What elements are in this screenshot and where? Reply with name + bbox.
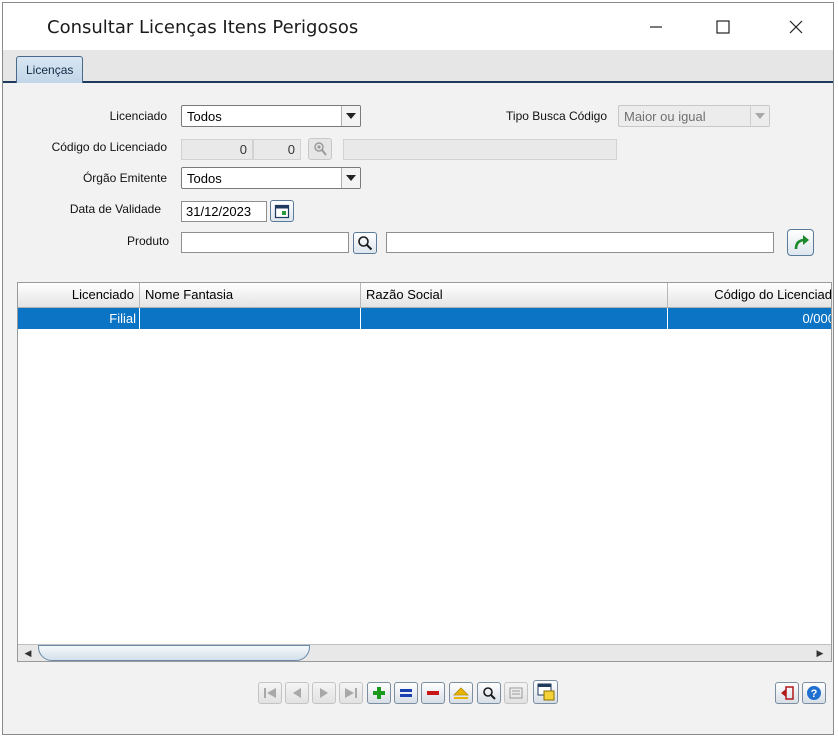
column-header-nome-fantasia[interactable]: Nome Fantasia (140, 283, 361, 307)
list-button[interactable] (504, 682, 528, 704)
codigo-licenciado-field-1[interactable]: 0 (181, 139, 253, 160)
minimize-icon (650, 25, 662, 28)
codigo-lookup-button[interactable] (308, 138, 332, 160)
results-table[interactable]: Licenciado Nome Fantasia Razão Social Có… (17, 282, 832, 662)
remove-icon (427, 691, 439, 695)
orgao-emitente-label: Órgão Emitente (82, 171, 167, 185)
previous-record-button[interactable] (285, 682, 309, 704)
licenciado-nome-field[interactable] (343, 139, 617, 160)
licenciado-value: Todos (187, 109, 222, 124)
produto-label: Produto (126, 234, 169, 248)
tab-strip: Licenças (3, 50, 833, 83)
add-record-button[interactable] (367, 682, 391, 704)
calendar-icon (274, 204, 290, 219)
export-icon (537, 683, 554, 701)
first-record-icon (264, 688, 276, 698)
table-row[interactable]: Filial 0/000 (18, 308, 832, 329)
table-header: Licenciado Nome Fantasia Razão Social Có… (18, 283, 831, 308)
next-record-button[interactable] (312, 682, 336, 704)
cell-razao-social (361, 308, 668, 329)
eject-button[interactable] (449, 682, 473, 704)
chevron-down-icon (341, 106, 360, 126)
column-header-razao-social[interactable]: Razão Social (361, 283, 668, 307)
search-record-button[interactable] (477, 682, 501, 704)
cell-licenciado: Filial (18, 308, 140, 329)
add-icon (373, 687, 385, 699)
cell-codigo-licenciado: 0/000 (802, 311, 832, 326)
tipo-busca-select[interactable]: Maior ou igual (618, 105, 770, 127)
orgao-emitente-select[interactable]: Todos (181, 167, 361, 189)
scrollbar-thumb[interactable] (38, 645, 310, 661)
maximize-icon (716, 19, 730, 34)
next-record-icon (320, 688, 328, 698)
first-record-button[interactable] (258, 682, 282, 704)
licenciado-label: Licenciado (109, 109, 167, 123)
close-icon (789, 20, 803, 33)
scroll-right-icon[interactable]: ▶ (813, 646, 827, 661)
tipo-busca-value: Maior ou igual (624, 109, 706, 124)
last-record-button[interactable] (339, 682, 363, 704)
tab-label: Licenças (26, 63, 74, 77)
help-icon: ? (807, 686, 821, 700)
produto-search-button[interactable] (353, 232, 377, 254)
eject-icon (453, 687, 469, 699)
equal-icon (400, 689, 412, 697)
exit-icon (781, 686, 794, 700)
search-icon (358, 236, 373, 251)
main-window: Consultar Licenças Itens Perigosos Licen… (2, 2, 834, 735)
licenciado-select[interactable]: Todos (181, 105, 361, 127)
export-button[interactable] (533, 680, 558, 704)
produto-code-field[interactable] (181, 232, 349, 253)
execute-query-button[interactable] (787, 229, 814, 256)
tab-licencas[interactable]: Licenças (16, 56, 84, 83)
scroll-left-icon[interactable]: ◀ (21, 646, 35, 661)
title-bar: Consultar Licenças Itens Perigosos (3, 3, 833, 50)
column-header-licenciado[interactable]: Licenciado (18, 283, 140, 307)
search-icon (483, 687, 496, 700)
help-button[interactable]: ? (802, 682, 826, 704)
codigo-licenciado-label: Código do Licenciado (51, 140, 167, 154)
previous-record-icon (293, 688, 301, 698)
chevron-down-icon (750, 106, 769, 126)
remove-record-button[interactable] (421, 682, 445, 704)
last-record-icon (345, 688, 357, 698)
edit-record-button[interactable] (394, 682, 418, 704)
licencas-panel: Licenciado Todos Tipo Busca Código Maior… (3, 83, 833, 734)
search-person-icon (314, 142, 327, 156)
refresh-arrow-icon (794, 234, 809, 249)
horizontal-scrollbar[interactable]: ◀ ▶ (18, 644, 831, 661)
close-button[interactable] (773, 3, 819, 50)
minimize-button[interactable] (633, 3, 679, 50)
maximize-button[interactable] (700, 3, 746, 50)
cell-nome-fantasia (140, 308, 361, 329)
orgao-emitente-value: Todos (187, 171, 222, 186)
svg-text:?: ? (811, 688, 818, 700)
window-title: Consultar Licenças Itens Perigosos (47, 17, 359, 38)
column-header-codigo-licenciado[interactable]: Código do Licenciad (668, 283, 831, 307)
chevron-down-icon (341, 168, 360, 188)
produto-description-field[interactable] (386, 232, 774, 253)
tipo-busca-label: Tipo Busca Código (506, 109, 607, 123)
data-validade-label: Data de Validade (69, 202, 161, 216)
data-validade-field[interactable]: 31/12/2023 (181, 201, 267, 222)
calendar-button[interactable] (270, 200, 294, 222)
exit-button[interactable] (775, 682, 799, 704)
codigo-licenciado-field-2[interactable]: 0 (253, 139, 301, 160)
list-icon (509, 687, 523, 699)
